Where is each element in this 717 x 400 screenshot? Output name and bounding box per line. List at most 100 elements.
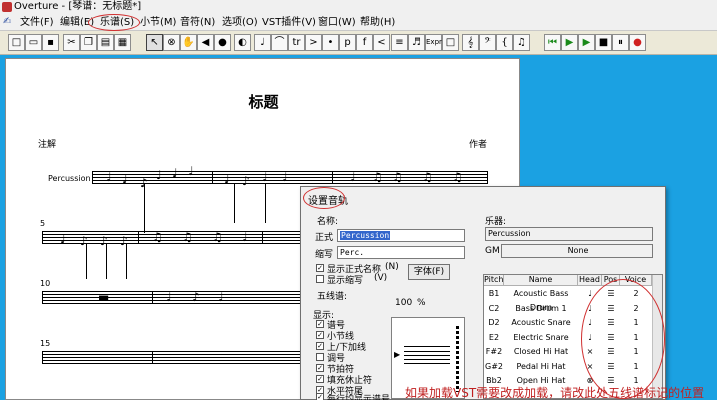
open-button[interactable]: ▭ xyxy=(25,34,42,51)
stop-button[interactable]: ■ xyxy=(595,34,612,51)
full-name-label: 正式 xyxy=(315,233,334,243)
instrument-label: 乐器: xyxy=(485,217,507,227)
notes-button[interactable]: ♫ xyxy=(513,34,530,51)
menu-help[interactable]: 帮助(H) xyxy=(360,14,395,31)
abbr-label: 缩写 xyxy=(315,250,334,260)
speaker-button[interactable]: ◀ xyxy=(197,34,214,51)
show-full-key: (N) xyxy=(385,262,399,272)
show-abbr-key: (V) xyxy=(374,273,388,283)
dynamic-f-button[interactable]: f xyxy=(356,34,373,51)
tuplet-button[interactable]: ♬ xyxy=(408,34,425,51)
time-signature-checkbox[interactable]: ✓ xyxy=(316,364,324,372)
menu-note[interactable]: 音符(N) xyxy=(180,14,215,31)
cut-button[interactable]: ✂ xyxy=(63,34,80,51)
percent-sign: % xyxy=(417,298,426,308)
note-head: ♩ xyxy=(224,172,230,186)
menu-window[interactable]: 窗口(W) xyxy=(318,14,356,31)
note-button[interactable]: ♩ xyxy=(254,34,271,51)
palette-button[interactable]: ● xyxy=(214,34,231,51)
menu-options[interactable]: 选项(O) xyxy=(222,14,258,31)
toolbar: □ ▭ ▪ ✂ ❐ ▤ ▦ ↖ ⊗ ✋ ◀ ● ◐ ♩ ⌒ tr > • p f… xyxy=(0,31,717,55)
pause-button[interactable]: ⏸ xyxy=(612,34,629,51)
document-icon[interactable]: ✍ xyxy=(3,17,13,27)
brace-button[interactable]: { xyxy=(496,34,513,51)
note-head: ♩ xyxy=(166,290,172,304)
preview-scale-bar xyxy=(456,326,459,392)
bass-clef-button[interactable]: 𝄢 xyxy=(479,34,496,51)
column-header-name[interactable]: Name xyxy=(504,275,578,286)
note-head: ♪ xyxy=(192,290,200,304)
gm-field[interactable]: None xyxy=(501,244,653,258)
dynamic-p-button[interactable]: p xyxy=(339,34,356,51)
treble-clef-button[interactable]: 𝄞 xyxy=(462,34,479,51)
preview-staff-lines xyxy=(404,346,450,364)
abbr-field[interactable]: Perc. xyxy=(337,246,465,259)
rewind-button[interactable]: ⏮ xyxy=(544,34,561,51)
column-header-pitch[interactable]: Pitch xyxy=(484,275,504,286)
print-button[interactable]: ▦ xyxy=(114,34,131,51)
full-name-field[interactable]: Percussion xyxy=(337,229,465,242)
rest-symbol: ▬ xyxy=(98,290,110,304)
expr-button[interactable]: Expr xyxy=(425,34,442,51)
staccato-button[interactable]: • xyxy=(322,34,339,51)
play-button[interactable]: ▶ xyxy=(578,34,595,51)
clef-checkbox[interactable]: ✓ xyxy=(316,320,324,328)
note-head: ♩ xyxy=(188,164,194,178)
note-head: ♩ xyxy=(60,232,66,246)
score-title: 标题 xyxy=(248,93,279,111)
note-head: ♩ xyxy=(122,172,128,186)
lyricist-label: 注解 xyxy=(38,140,57,150)
highlight-circle xyxy=(581,279,665,399)
beam-button[interactable]: ≡ xyxy=(391,34,408,51)
full-name-value: Percussion xyxy=(340,231,391,240)
record-button[interactable]: ● xyxy=(629,34,646,51)
eraser-button[interactable]: ⊗ xyxy=(163,34,180,51)
measure-number: 10 xyxy=(40,279,51,288)
highlight-circle xyxy=(303,187,345,209)
color-button[interactable]: ◐ xyxy=(234,34,251,51)
fill-rest-checkbox[interactable]: ✓ xyxy=(316,375,324,383)
menu-vst[interactable]: VST插件(V) xyxy=(262,14,316,31)
font-button[interactable]: 字体(F) xyxy=(408,264,450,280)
preview-arrow-icon: ▶ xyxy=(394,350,401,359)
clef-each-line-checkbox[interactable]: ✓ xyxy=(316,393,324,400)
note-head: ♩ xyxy=(350,170,356,184)
ledger-checkbox[interactable]: ✓ xyxy=(316,342,324,350)
trill-button[interactable]: tr xyxy=(288,34,305,51)
show-abbr-checkbox[interactable] xyxy=(316,275,324,283)
show-full-checkbox[interactable]: ✓ xyxy=(316,264,324,272)
note-head: ♩ xyxy=(218,290,224,304)
save-button[interactable]: ▪ xyxy=(42,34,59,51)
menu-bar: ✍ 文件(F) 编辑(E) 乐谱(S) 小节(M) 音符(N) 选项(O) VS… xyxy=(0,14,717,31)
paste-button[interactable]: ▤ xyxy=(97,34,114,51)
key-signature-checkbox[interactable] xyxy=(316,353,324,361)
instrument-name: Percussion xyxy=(48,174,91,183)
note-head: ♫ xyxy=(452,170,463,184)
note-head: ♫ xyxy=(182,230,193,244)
note-head: ♩ xyxy=(172,166,178,180)
composer-label: 作者 xyxy=(469,140,488,150)
column-header-head[interactable]: Head xyxy=(578,275,602,286)
hand-button[interactable]: ✋ xyxy=(180,34,197,51)
menu-file[interactable]: 文件(F) xyxy=(20,14,54,31)
note-head: ♫ xyxy=(152,230,163,244)
slur-button[interactable]: ⌒ xyxy=(271,34,288,51)
name-label: 名称: xyxy=(317,217,339,227)
staff-percent[interactable]: 100 xyxy=(395,298,412,308)
barline-checkbox[interactable]: ✓ xyxy=(316,331,324,339)
annotation-text: 如果加载VST需要改成加载，请改此处五线谱标记的位置 xyxy=(405,386,705,400)
play-from-button[interactable]: ▶ xyxy=(561,34,578,51)
note-head: ♩ xyxy=(242,230,248,244)
note-head: ♩ xyxy=(156,168,162,182)
accent-button[interactable]: > xyxy=(305,34,322,51)
instrument-field[interactable]: Percussion xyxy=(485,227,653,241)
pointer-button[interactable]: ↖ xyxy=(146,34,163,51)
new-button[interactable]: □ xyxy=(8,34,25,51)
menu-measure[interactable]: 小节(M) xyxy=(140,14,176,31)
display-item: 每行均显示谱号 xyxy=(327,395,391,400)
hairpin-button[interactable]: < xyxy=(373,34,390,51)
copy-button[interactable]: ❐ xyxy=(80,34,97,51)
rect-button[interactable]: □ xyxy=(442,34,459,51)
note-head: ♩ xyxy=(106,170,112,184)
show-abbr-label: 显示缩写 xyxy=(327,276,364,286)
